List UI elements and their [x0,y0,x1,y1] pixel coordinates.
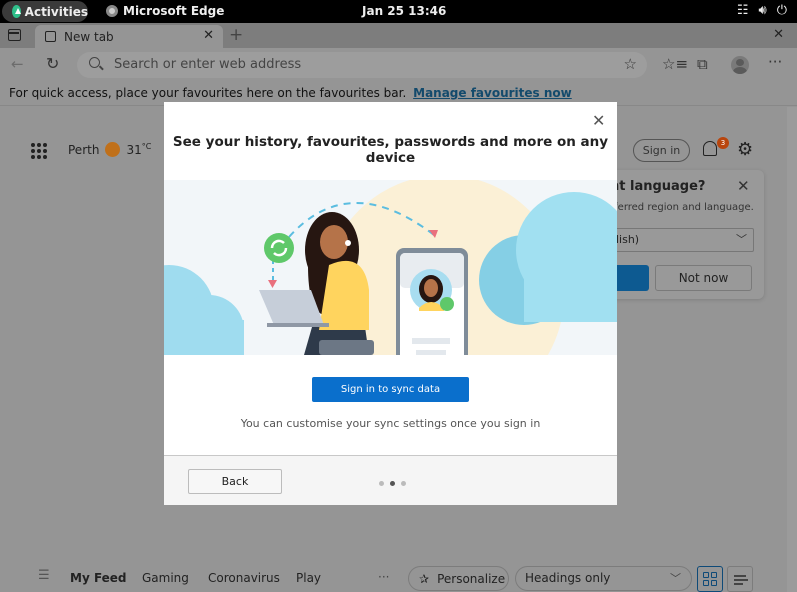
feed-tab-coronavirus[interactable]: Coronavirus [208,571,280,585]
feed-more-button[interactable]: ··· [378,570,389,584]
feed-tab-gaming[interactable]: Gaming [142,571,189,585]
manage-favourites-link[interactable]: Manage favourites now [413,86,572,100]
settings-gear-icon[interactable]: ⚙ [737,139,753,160]
feed-tab-my-feed[interactable]: My Feed [70,571,127,585]
step-indicator [379,481,406,486]
tab-bar: New tab ✕ + ✕ [0,23,797,48]
address-input[interactable]: Search or enter web address ☆ [77,52,647,78]
activities-label: Activities [24,4,88,19]
sign-in-to-sync-button[interactable]: Sign in to sync data [312,377,469,402]
notifications-bell-icon[interactable] [703,141,717,156]
language-popup-description: eferred region and language. [608,202,754,213]
more-menu-icon[interactable]: ··· [768,53,782,71]
favourites-bar-message: For quick access, place your favourites … [9,86,407,100]
grid-view-button[interactable] [697,566,723,592]
system-tray[interactable]: ☷ 🔊︎ ⏻ [737,3,787,18]
personalize-button[interactable]: ✰ Personalize [408,566,509,591]
activities-logo-icon [12,5,21,18]
step-dot [379,481,384,486]
person-face [320,225,348,259]
chevron-down-icon: ﹀ [670,572,681,585]
sync-badge-icon [264,233,294,263]
weather-widget[interactable]: Perth 31°C [68,142,151,157]
language-select[interactable]: glish) ﹀ [600,228,754,252]
search-icon [89,57,100,68]
tab-close-icon[interactable]: ✕ [203,28,214,43]
sync-settings-note: You can customise your sync settings onc… [240,417,541,430]
add-favourite-icon[interactable]: ☆ [624,55,637,73]
personalize-label: Personalize [437,571,506,586]
page-scrollbar[interactable] [787,107,797,592]
sync-illustration [164,180,617,355]
volume-icon[interactable]: 🔊︎ [759,3,767,18]
tab-new-tab[interactable]: New tab ✕ [35,25,223,48]
system-top-bar: Activities Microsoft Edge Jan 25 13:46 ☷… [0,0,797,23]
favourites-icon[interactable]: ☆≡ [662,55,688,73]
language-popup-title: nt language? [610,179,706,194]
new-tab-button[interactable]: + [229,25,243,45]
language-popup: nt language? ✕ eferred region and langua… [600,170,764,299]
arrow-head-icon [268,280,277,288]
reload-icon[interactable]: ↻ [46,54,59,73]
address-toolbar: ← ↻ Search or enter web address ☆ ☆≡ ⧉ ·… [0,48,797,82]
weather-city: Perth [68,142,100,157]
profile-avatar[interactable] [731,56,749,74]
personalize-icon: ✰ [419,571,430,586]
dialog-close-icon[interactable]: ✕ [592,111,605,130]
dialog-footer: Back [164,455,617,505]
layout-select[interactable]: Headings only ﹀ [515,566,692,591]
back-arrow-icon[interactable]: ← [11,55,24,73]
language-popup-close-icon[interactable]: ✕ [737,177,750,195]
back-button[interactable]: Back [188,469,282,494]
cloud-left-icon [164,265,244,355]
feed-tab-play[interactable]: Play [296,571,321,585]
app-launcher-icon[interactable] [31,143,47,159]
weather-temperature: 31°C [126,142,152,157]
dialog-title: See your history, favourites, passwords … [172,134,609,166]
clock[interactable]: Jan 25 13:46 [362,4,446,18]
sync-illustration-graphic [164,180,617,355]
step-dot [401,481,406,486]
feed-navigation: ☰ My Feed Gaming Coronavirus Play ··· ✰ … [0,564,787,592]
network-icon[interactable]: ☷ [737,3,749,18]
list-view-button[interactable] [727,566,753,592]
new-tab-page-icon [45,31,56,42]
not-now-button[interactable]: Not now [655,265,752,291]
tab-actions-icon[interactable] [8,29,21,41]
sync-dialog: ✕ See your history, favourites, password… [164,102,617,505]
sunny-icon [105,142,121,157]
window-close-icon[interactable]: ✕ [773,27,784,42]
step-dot-active [390,481,395,486]
collections-icon[interactable]: ⧉ [697,55,708,73]
feed-menu-icon[interactable]: ☰ [38,568,50,583]
activities-button[interactable]: Activities [2,1,88,22]
address-placeholder: Search or enter web address [114,57,302,72]
chevron-down-icon: ﹀ [736,233,747,246]
tab-label: New tab [64,29,114,44]
notification-badge: 3 [717,137,729,149]
layout-select-value: Headings only [525,571,611,585]
app-menu[interactable]: Microsoft Edge [106,4,224,18]
power-icon[interactable]: ⏻ [777,3,787,18]
edge-logo-icon [106,5,118,17]
app-name-label: Microsoft Edge [123,4,225,18]
page-sign-in-button[interactable]: Sign in [633,139,690,162]
